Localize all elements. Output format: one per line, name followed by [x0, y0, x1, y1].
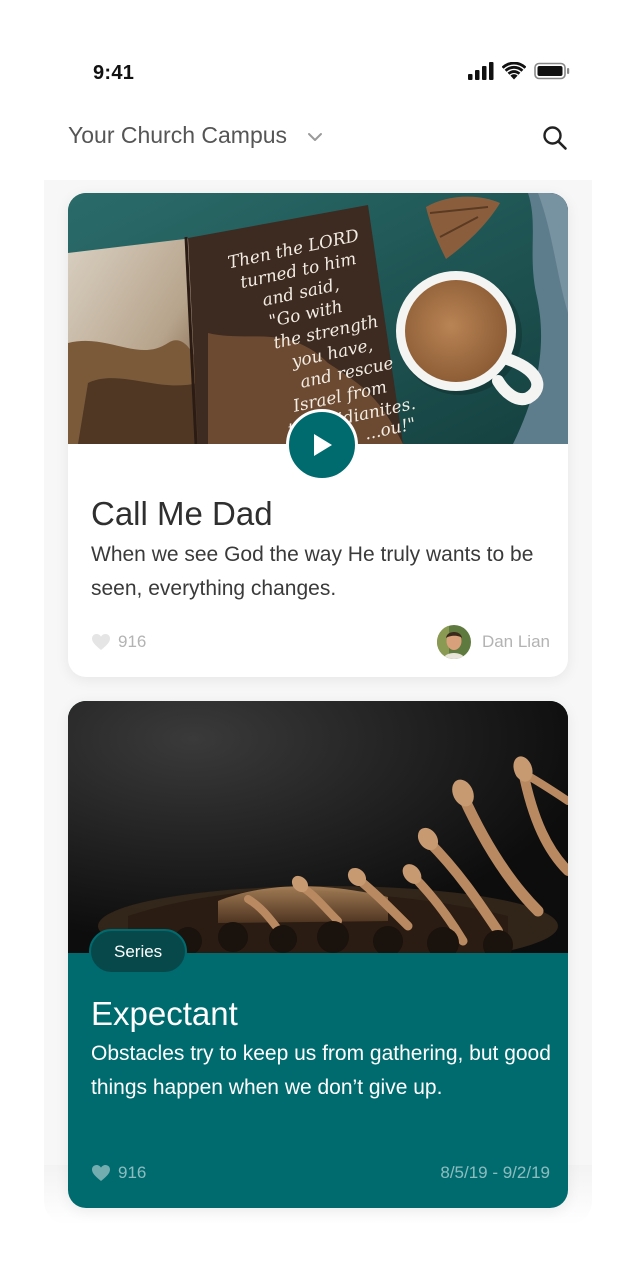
- chevron-down-icon: [308, 132, 323, 141]
- heart-icon: [92, 634, 110, 650]
- header: Your Church Campus: [0, 112, 636, 164]
- campus-label: Your Church Campus: [68, 122, 288, 148]
- play-icon: [314, 434, 332, 456]
- worship-hands-raised-photo: [68, 701, 568, 953]
- play-button[interactable]: [286, 409, 358, 481]
- search-icon[interactable]: [542, 125, 568, 151]
- card-description: Obstacles try to keep us from gathering,…: [91, 1042, 551, 1099]
- card-meta: 916 8/5/19 - 9/2/19: [91, 1163, 550, 1183]
- card-meta: 916 Dan Lian: [91, 625, 550, 659]
- author-name: Dan Lian: [481, 632, 550, 651]
- status-bar: 9:41: [0, 0, 636, 110]
- heart-icon: [92, 1165, 110, 1181]
- wifi-icon: [502, 62, 526, 80]
- campus-selector[interactable]: Your Church Campus: [68, 122, 323, 149]
- like-count: 916: [118, 632, 147, 651]
- card-description: When we see God the way He truly wants t…: [91, 543, 534, 600]
- series-badge: Series: [89, 929, 188, 974]
- like-count: 916: [118, 1163, 147, 1182]
- date-range: 8/5/19 - 9/2/19: [440, 1163, 550, 1182]
- author[interactable]: Dan Lian: [436, 625, 550, 659]
- open-bible-and-coffee-photo: Then the LORD turned to him and said, "G…: [68, 193, 568, 444]
- status-time: 9:41: [93, 62, 135, 84]
- cellular-signal-icon: [468, 62, 494, 80]
- status-icons: [468, 62, 570, 80]
- card-title: Expectant: [91, 995, 238, 1032]
- content-card-expectant[interactable]: Series Expectant Obstacles try to keep u…: [68, 701, 568, 1208]
- battery-icon: [534, 62, 570, 80]
- like-button[interactable]: 916: [91, 632, 146, 652]
- like-button[interactable]: 916: [91, 1163, 146, 1183]
- avatar: [436, 625, 471, 659]
- content-card-call-me-dad[interactable]: Then the LORD turned to him and said, "G…: [68, 193, 568, 677]
- card-title: Call Me Dad: [91, 495, 273, 532]
